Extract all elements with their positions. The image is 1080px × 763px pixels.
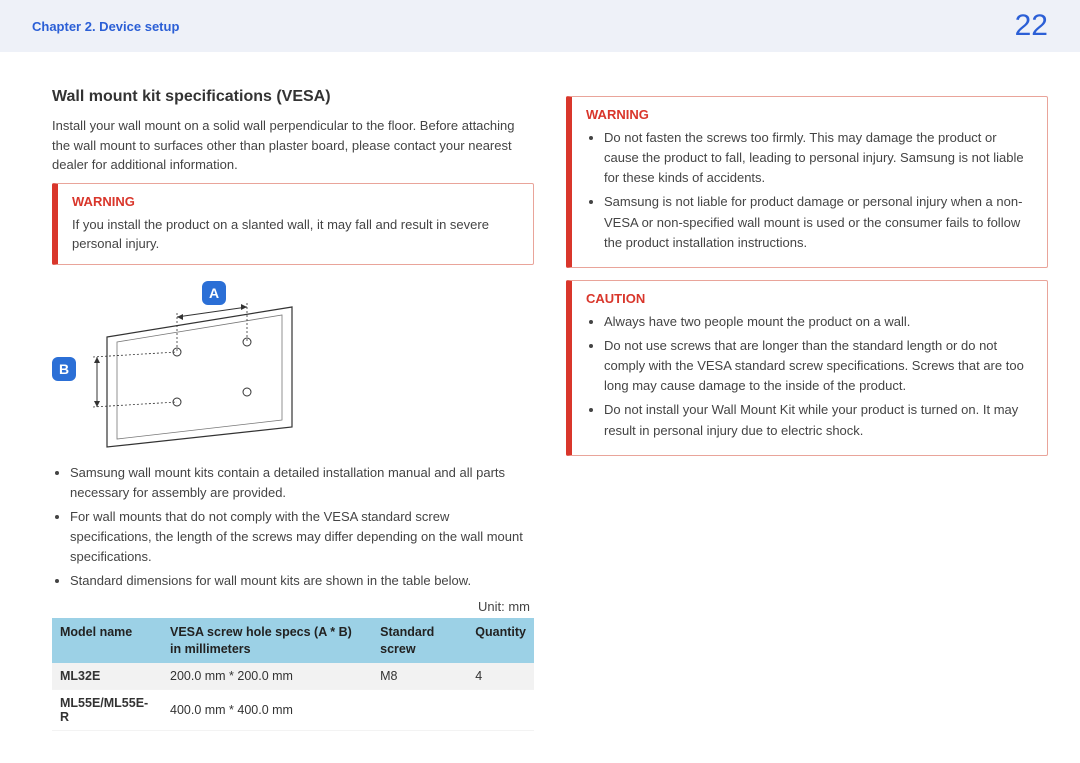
cell-vesa: 400.0 mm * 400.0 mm	[162, 689, 372, 730]
warning-title: WARNING	[586, 107, 1033, 122]
cell-vesa: 200.0 mm * 200.0 mm	[162, 663, 372, 690]
intro-paragraph: Install your wall mount on a solid wall …	[52, 116, 534, 175]
cell-screw: M8	[372, 663, 467, 690]
dimension-marker-a: A	[202, 281, 226, 305]
warning-item: Do not fasten the screws too firmly. Thi…	[604, 128, 1033, 188]
table-row: ML55E/ML55E-R 400.0 mm * 400.0 mm	[52, 689, 534, 730]
warning-text: If you install the product on a slanted …	[72, 215, 519, 254]
header-bar: Chapter 2. Device setup 22	[0, 0, 1080, 52]
bullet-item: Standard dimensions for wall mount kits …	[70, 571, 534, 591]
page-number: 22	[1015, 9, 1048, 43]
bullet-item: For wall mounts that do not comply with …	[70, 507, 534, 567]
unit-label: Unit: mm	[52, 599, 530, 614]
warning-callout-1: WARNING If you install the product on a …	[52, 183, 534, 265]
th-screw: Standard screw	[372, 618, 467, 663]
cell-model: ML32E	[52, 663, 162, 690]
left-column: Wall mount kit specifications (VESA) Ins…	[52, 88, 534, 731]
caution-item: Do not use screws that are longer than t…	[604, 336, 1033, 396]
cell-qty	[467, 689, 534, 730]
vesa-diagram: A B	[52, 277, 312, 457]
diagram-svg	[52, 277, 312, 457]
cell-model: ML55E/ML55E-R	[52, 689, 162, 730]
chapter-title: Chapter 2. Device setup	[32, 19, 179, 34]
table-row: ML32E 200.0 mm * 200.0 mm M8 4	[52, 663, 534, 690]
cell-screw	[372, 689, 467, 730]
warning-callout-2: WARNING Do not fasten the screws too fir…	[566, 96, 1048, 268]
th-qty: Quantity	[467, 618, 534, 663]
th-vesa: VESA screw hole specs (A * B) in millime…	[162, 618, 372, 663]
dimension-marker-b: B	[52, 357, 76, 381]
warning-item: Samsung is not liable for product damage…	[604, 192, 1033, 252]
warning-title: WARNING	[72, 194, 519, 209]
caution-item: Always have two people mount the product…	[604, 312, 1033, 332]
caution-item: Do not install your Wall Mount Kit while…	[604, 400, 1033, 440]
bullet-item: Samsung wall mount kits contain a detail…	[70, 463, 534, 503]
right-column: WARNING Do not fasten the screws too fir…	[566, 88, 1048, 731]
section-heading: Wall mount kit specifications (VESA)	[52, 88, 534, 106]
info-bullet-list: Samsung wall mount kits contain a detail…	[52, 463, 534, 592]
th-model: Model name	[52, 618, 162, 663]
caution-title: CAUTION	[586, 291, 1033, 306]
cell-qty: 4	[467, 663, 534, 690]
spec-table: Model name VESA screw hole specs (A * B)…	[52, 618, 534, 731]
caution-callout: CAUTION Always have two people mount the…	[566, 280, 1048, 456]
